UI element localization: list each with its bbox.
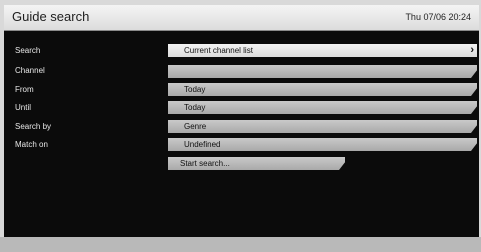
match-on-value: Undefined bbox=[184, 140, 221, 149]
page-title: Guide search bbox=[12, 9, 90, 24]
until-value: Today bbox=[184, 103, 206, 112]
search-by-label: Search by bbox=[15, 122, 52, 131]
until-label: Until bbox=[15, 103, 32, 112]
search-by-field[interactable]: Genre bbox=[168, 120, 477, 133]
channel-field[interactable] bbox=[168, 65, 477, 78]
search-field[interactable]: Current channel list › bbox=[168, 44, 477, 57]
chevron-right-icon: › bbox=[470, 44, 474, 56]
channel-label: Channel bbox=[15, 66, 45, 75]
from-field[interactable]: Today bbox=[168, 83, 477, 96]
start-search-label: Start search... bbox=[180, 159, 230, 168]
from-label: From bbox=[15, 85, 34, 94]
footer-bar bbox=[0, 237, 481, 252]
start-search-button[interactable]: Start search... bbox=[168, 157, 345, 170]
header-bar: Guide search Thu 07/06 20:24 bbox=[4, 5, 479, 31]
search-by-value: Genre bbox=[184, 122, 207, 131]
search-label: Search bbox=[15, 46, 41, 55]
match-on-field[interactable]: Undefined bbox=[168, 138, 477, 151]
content-panel: Search Current channel list › Channel Fr… bbox=[4, 31, 479, 237]
match-on-label: Match on bbox=[15, 140, 48, 149]
search-value: Current channel list bbox=[184, 46, 253, 55]
guide-search-screen: Guide search Thu 07/06 20:24 Search Curr… bbox=[0, 0, 481, 252]
clock-datetime: Thu 07/06 20:24 bbox=[405, 12, 471, 22]
from-value: Today bbox=[184, 85, 206, 94]
until-field[interactable]: Today bbox=[168, 101, 477, 114]
